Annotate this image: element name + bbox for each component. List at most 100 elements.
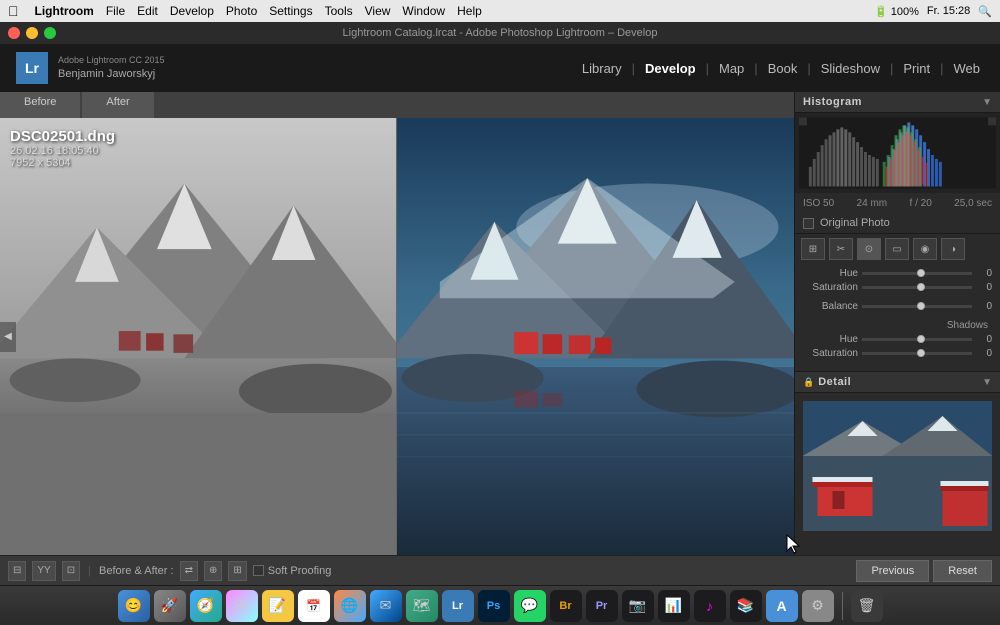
- shadows-sat-value: 0: [976, 348, 992, 359]
- shutter-value: 25,0 sec: [954, 198, 992, 209]
- main-content: Before After ◀ DSC02501.dng 26.02.16 18:…: [0, 92, 1000, 555]
- photo-dimensions: 7952 x 5304: [10, 157, 115, 169]
- hue-section: Hue 0 Saturation 0: [803, 268, 992, 293]
- minimize-button[interactable]: [26, 27, 38, 39]
- reset-button[interactable]: Reset: [933, 560, 992, 582]
- saturation-row: Saturation 0: [803, 282, 992, 293]
- bottom-bar: ⊟ YY ⊡ | Before & After : ⇄ ⊕ ⊞ Soft Pro…: [0, 555, 1000, 585]
- menu-right-area: 🔋 100% Fr. 15:28 🔍: [874, 5, 992, 18]
- menu-view[interactable]: View: [365, 4, 391, 18]
- tool-grid[interactable]: ⊞: [801, 238, 825, 260]
- menu-bar:  Lightroom File Edit Develop Photo Sett…: [0, 0, 1000, 22]
- hue-slider[interactable]: [862, 272, 972, 275]
- aperture-value: f / 20: [910, 198, 932, 209]
- swap-btn[interactable]: ⇄: [180, 561, 198, 581]
- apple-menu[interactable]: : [8, 3, 19, 19]
- dock-whatsapp[interactable]: 💬: [514, 590, 546, 622]
- soft-proofing-row: Soft Proofing: [253, 565, 332, 577]
- dock-calendar[interactable]: 📅: [298, 590, 330, 622]
- title-bar: Lightroom Catalog.lrcat - Adobe Photosho…: [0, 22, 1000, 44]
- balance-slider[interactable]: [862, 305, 972, 308]
- dock-appstore[interactable]: A: [766, 590, 798, 622]
- nav-print[interactable]: Print: [899, 59, 934, 78]
- dock-lightroom[interactable]: Lr: [442, 590, 474, 622]
- dock-launchpad[interactable]: 🚀: [154, 590, 186, 622]
- menu-photo[interactable]: Photo: [226, 4, 257, 18]
- nav-map[interactable]: Map: [715, 59, 748, 78]
- left-arrow[interactable]: ◀: [0, 322, 16, 352]
- dock-app1[interactable]: 📷: [622, 590, 654, 622]
- before-after-label: Before & After :: [99, 565, 174, 577]
- dock-finder[interactable]: 😊: [118, 590, 150, 622]
- tool-rect[interactable]: ▭: [885, 238, 909, 260]
- maximize-button[interactable]: [44, 27, 56, 39]
- menu-develop[interactable]: Develop: [170, 4, 214, 18]
- balance-section: Balance 0: [803, 301, 992, 312]
- view-mode-btn[interactable]: ⊟: [8, 561, 26, 581]
- detail-chevron: ▼: [982, 377, 992, 388]
- dock-prefs[interactable]: ⚙: [802, 590, 834, 622]
- app-name: Adobe Lightroom CC 2015: [58, 54, 165, 67]
- before-panel: DSC02501.dng 26.02.16 18:05:40 7952 x 53…: [0, 118, 397, 555]
- nav-book[interactable]: Book: [764, 59, 802, 78]
- iso-value: ISO 50: [803, 198, 834, 209]
- nav-web[interactable]: Web: [950, 59, 985, 78]
- dock-bridge[interactable]: Br: [550, 590, 582, 622]
- dock-maps[interactable]: 🗺: [406, 590, 438, 622]
- tool-circle[interactable]: ⊙: [857, 238, 881, 260]
- histogram-header[interactable]: Histogram ▼: [795, 92, 1000, 113]
- search-icon[interactable]: 🔍: [978, 5, 992, 18]
- saturation-slider[interactable]: [862, 286, 972, 289]
- hue-label: Hue: [803, 268, 858, 279]
- tool-row: ⊞ ✂ ⊙ ▭ ◉ ◑: [795, 233, 1000, 264]
- tool-adjust[interactable]: ◑: [941, 238, 965, 260]
- dock-safari[interactable]: 🧭: [190, 590, 222, 622]
- traffic-lights: [8, 27, 56, 39]
- battery-status: 🔋 100%: [874, 5, 919, 18]
- nav-slideshow[interactable]: Slideshow: [817, 59, 884, 78]
- dock-app2[interactable]: 📊: [658, 590, 690, 622]
- dock-photos[interactable]: 🖼: [226, 590, 258, 622]
- previous-button[interactable]: Previous: [856, 560, 929, 582]
- before-label: Before: [0, 92, 80, 118]
- photo-panel: Before After ◀ DSC02501.dng 26.02.16 18:…: [0, 92, 794, 555]
- original-photo-checkbox[interactable]: [803, 218, 814, 229]
- dock-photoshop[interactable]: Ps: [478, 590, 510, 622]
- menu-settings[interactable]: Settings: [269, 4, 312, 18]
- compare-btn[interactable]: YY: [32, 561, 55, 581]
- balance-row: Balance 0: [803, 301, 992, 312]
- menu-file[interactable]: File: [106, 4, 125, 18]
- detail-thumbnail: [803, 401, 992, 531]
- dock-books[interactable]: 📚: [730, 590, 762, 622]
- dock-music[interactable]: ♪: [694, 590, 726, 622]
- copy-btn[interactable]: ⊕: [204, 561, 222, 581]
- dock-trash[interactable]: 🗑: [851, 590, 883, 622]
- saturation-value: 0: [976, 282, 992, 293]
- photo-info: DSC02501.dng 26.02.16 18:05:40 7952 x 53…: [10, 128, 115, 169]
- close-button[interactable]: [8, 27, 20, 39]
- nav-develop[interactable]: Develop: [641, 59, 700, 78]
- toggle-btn[interactable]: ⊞: [228, 561, 246, 581]
- menu-lightroom[interactable]: Lightroom: [35, 4, 94, 18]
- shadows-sat-slider[interactable]: [862, 352, 972, 355]
- detail-panel-header[interactable]: 🔒 Detail ▼: [795, 371, 1000, 393]
- menu-tools[interactable]: Tools: [325, 4, 353, 18]
- shadows-sat-label: Saturation: [803, 348, 858, 359]
- tool-eye[interactable]: ◉: [913, 238, 937, 260]
- shadows-hue-label: Hue: [803, 334, 858, 345]
- color-panel: Hue 0 Saturation 0 Balance: [795, 264, 1000, 371]
- dock-chrome[interactable]: 🌐: [334, 590, 366, 622]
- menu-help[interactable]: Help: [457, 4, 482, 18]
- dock-divider: [842, 592, 843, 620]
- histogram-title: Histogram: [803, 96, 862, 108]
- dock-premiere[interactable]: Pr: [586, 590, 618, 622]
- shadows-hue-slider[interactable]: [862, 338, 972, 341]
- tool-crop[interactable]: ✂: [829, 238, 853, 260]
- nav-library[interactable]: Library: [578, 59, 626, 78]
- dock-notes[interactable]: 📝: [262, 590, 294, 622]
- menu-window[interactable]: Window: [402, 4, 445, 18]
- menu-edit[interactable]: Edit: [137, 4, 158, 18]
- dock-mail[interactable]: ✉: [370, 590, 402, 622]
- soft-proofing-checkbox[interactable]: [253, 565, 264, 576]
- survey-btn[interactable]: ⊡: [62, 561, 80, 581]
